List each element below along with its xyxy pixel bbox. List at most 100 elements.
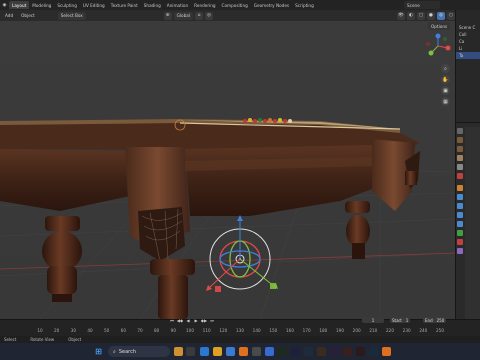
workspace-tab-uv-editing[interactable]: UV Editing bbox=[80, 1, 108, 9]
options-dropdown[interactable]: Options bbox=[428, 22, 451, 30]
workspace-tab-shading[interactable]: Shading bbox=[141, 1, 164, 9]
scene-tab-icon[interactable] bbox=[457, 164, 463, 170]
navigation-axis-gizmo[interactable] bbox=[425, 33, 451, 59]
prev-keyframe-icon[interactable]: ◀◆ bbox=[177, 317, 183, 323]
end-frame-field[interactable]: End 250 bbox=[423, 317, 447, 323]
timeline-tick-label: 250 bbox=[436, 328, 444, 333]
workspace-tab-scripting[interactable]: Scripting bbox=[292, 1, 317, 9]
render-tab-icon[interactable] bbox=[457, 137, 463, 143]
data-tab-icon[interactable] bbox=[457, 230, 463, 236]
workspace-tab-compositing[interactable]: Compositing bbox=[219, 1, 251, 9]
outliner-row[interactable]: Li bbox=[456, 45, 480, 52]
shading-rendered-icon[interactable]: ○ bbox=[447, 11, 455, 20]
status-item-rotate: Rotate View bbox=[30, 337, 55, 342]
constraints-tab-icon[interactable] bbox=[457, 221, 463, 227]
timeline-tick-label: 240 bbox=[419, 328, 428, 333]
zoom-icon[interactable]: ⌕ bbox=[441, 64, 450, 73]
add-menu[interactable]: Add bbox=[2, 12, 16, 20]
object-menu[interactable]: Object bbox=[18, 12, 38, 20]
outliner-tree: Scene C Coll Ca Li Ta bbox=[456, 10, 480, 59]
taskbar-app-13-icon[interactable] bbox=[330, 347, 339, 356]
timeline-tick-label: 120 bbox=[219, 328, 228, 333]
outliner-row[interactable]: Ca bbox=[456, 38, 480, 45]
taskbar-app-14-icon[interactable] bbox=[343, 347, 352, 356]
search-icon: ⌕ bbox=[113, 348, 116, 355]
timeline-tick-label: 150 bbox=[269, 328, 278, 333]
properties-panel bbox=[455, 122, 480, 336]
workspace-tab-sculpting[interactable]: Sculpting bbox=[54, 1, 80, 9]
overlays-icon[interactable]: ◐ bbox=[407, 11, 415, 20]
xray-icon[interactable]: ▢ bbox=[417, 11, 425, 20]
timeline-tick-label: 10 bbox=[37, 328, 43, 333]
taskbar-app-4-icon[interactable] bbox=[213, 347, 222, 356]
perspective-toggle-icon[interactable]: ▦ bbox=[441, 97, 450, 106]
orientation-dropdown[interactable]: Global bbox=[173, 11, 193, 20]
taskbar-search-label: Search bbox=[118, 348, 136, 355]
3d-viewport[interactable]: ⌕ ✋ ▣ ▦ Options bbox=[0, 21, 455, 319]
taskbar-app-5-icon[interactable] bbox=[226, 347, 235, 356]
jump-start-icon[interactable]: ⏮ bbox=[169, 317, 175, 323]
outliner-row[interactable]: Scene C bbox=[456, 24, 480, 31]
taskbar-app-10-icon[interactable] bbox=[291, 347, 300, 356]
timeline-tick-label: 200 bbox=[352, 328, 361, 333]
particles-tab-icon[interactable] bbox=[457, 203, 463, 209]
material-tab-icon[interactable] bbox=[457, 239, 463, 245]
workspace-topbar: ◉ Layout Modeling Sculpting UV Editing Textu… bbox=[0, 0, 480, 10]
taskbar-app-15-icon[interactable] bbox=[356, 347, 365, 356]
timeline-tick-label: 20 bbox=[53, 328, 60, 333]
status-item-object: Object bbox=[68, 337, 82, 342]
scene-selector[interactable]: Scene bbox=[404, 1, 440, 9]
workspace-tab-animation[interactable]: Animation bbox=[164, 1, 191, 9]
shading-material-icon[interactable]: ◍ bbox=[437, 11, 445, 20]
visibility-icon[interactable]: 👁 bbox=[397, 11, 405, 20]
outliner-row[interactable]: Coll bbox=[456, 31, 480, 38]
current-frame-field[interactable]: 1 bbox=[362, 317, 384, 323]
texture-tab-icon[interactable] bbox=[457, 248, 463, 254]
taskbar-app-16-icon[interactable] bbox=[369, 347, 378, 356]
taskbar-app-7-icon[interactable] bbox=[252, 347, 261, 356]
camera-view-icon[interactable]: ▣ bbox=[441, 86, 450, 95]
workspace-tabs: Layout Modeling Sculpting UV Editing Texture… bbox=[9, 1, 317, 9]
modifier-tab-icon[interactable] bbox=[457, 194, 463, 200]
transform-pivot-icon[interactable]: ⊕ bbox=[163, 11, 172, 20]
tool-tab-icon[interactable] bbox=[457, 128, 463, 134]
select-box-dropdown[interactable]: Select Box bbox=[57, 11, 86, 20]
snap-icon[interactable]: ⌂ bbox=[195, 11, 203, 20]
workspace-tab-texture-paint[interactable]: Texture Paint bbox=[108, 1, 141, 9]
taskbar-search-box[interactable]: ⌕ Search bbox=[108, 346, 170, 357]
taskbar-app-1-icon[interactable] bbox=[174, 347, 183, 356]
taskbar-app-2-icon[interactable] bbox=[186, 347, 195, 356]
play-icon[interactable]: ▶ bbox=[193, 317, 199, 323]
workspace-tab-layout[interactable]: Layout bbox=[9, 1, 30, 9]
workspace-tab-rendering[interactable]: Rendering bbox=[191, 1, 218, 9]
taskbar-app-9-icon[interactable] bbox=[278, 347, 287, 356]
workspace-tab-modeling[interactable]: Modeling bbox=[29, 1, 54, 9]
next-keyframe-icon[interactable]: ◆▶ bbox=[201, 317, 207, 323]
pan-hand-icon[interactable]: ✋ bbox=[441, 75, 450, 84]
view-layer-tab-icon[interactable] bbox=[457, 155, 463, 161]
taskbar-app-8-icon[interactable] bbox=[265, 347, 274, 356]
play-reverse-icon[interactable]: ◀ bbox=[185, 317, 191, 323]
timeline-tick-label: 70 bbox=[137, 328, 143, 333]
physics-tab-icon[interactable] bbox=[457, 212, 463, 218]
proportional-edit-icon[interactable]: ◎ bbox=[205, 11, 213, 20]
workspace-tab-geometry-nodes[interactable]: Geometry Nodes bbox=[251, 1, 292, 9]
windows-start-icon[interactable]: ⊞ bbox=[94, 347, 103, 356]
jump-end-icon[interactable]: ⏭ bbox=[209, 317, 215, 323]
outliner-row[interactable]: Ta bbox=[456, 52, 480, 59]
taskbar-app-12-icon[interactable] bbox=[317, 347, 326, 356]
taskbar-app-17-icon[interactable] bbox=[382, 347, 391, 356]
object-tab-icon[interactable] bbox=[457, 185, 463, 191]
taskbar-app-6-icon[interactable] bbox=[239, 347, 248, 356]
scene-label: Scene bbox=[407, 2, 420, 8]
viewport-scene bbox=[0, 21, 455, 319]
shading-solid-icon[interactable]: ● bbox=[427, 11, 435, 20]
taskbar-app-3-icon[interactable] bbox=[200, 347, 209, 356]
status-item-select: Select bbox=[4, 337, 17, 342]
taskbar-app-11-icon[interactable] bbox=[304, 347, 313, 356]
timeline-tick-label: 180 bbox=[319, 328, 328, 333]
output-tab-icon[interactable] bbox=[457, 146, 463, 152]
world-tab-icon[interactable] bbox=[457, 173, 463, 179]
start-frame-field[interactable]: Start 1 bbox=[390, 317, 411, 323]
blender-logo-icon[interactable]: ◉ bbox=[0, 0, 9, 10]
